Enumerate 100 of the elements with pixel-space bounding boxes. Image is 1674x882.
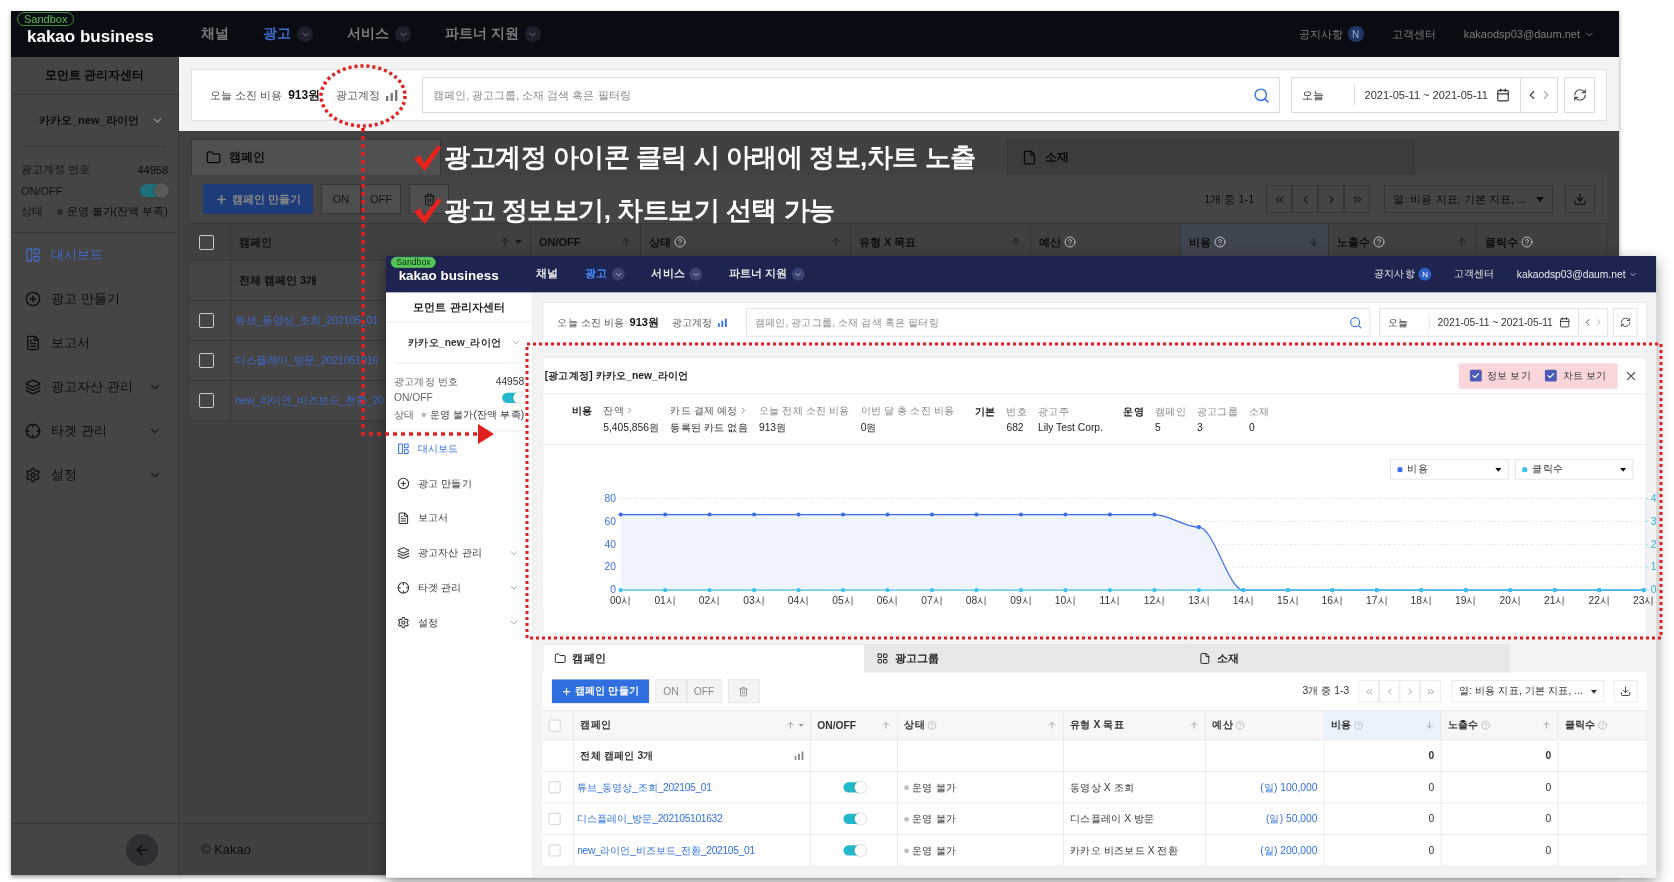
menu-item[interactable]: 타겟 관리: [386, 570, 533, 606]
page-count: 1개 중 1-1: [1204, 191, 1255, 207]
tab[interactable]: 캠페인: [542, 643, 865, 673]
campaign-link[interactable]: 디스플레이_방문_202105101632: [577, 811, 723, 826]
nav-item[interactable]: 파트너 지원: [728, 267, 805, 282]
stat-label: 캠페인: [1155, 404, 1186, 419]
right-axis-label: 3: [1650, 515, 1657, 527]
first-page-button[interactable]: [1266, 185, 1293, 213]
budget-link[interactable]: (일) 100,000: [1260, 780, 1318, 795]
support-link[interactable]: 고객센터: [1453, 267, 1495, 282]
caret-icon: [1495, 467, 1502, 472]
toggle-switch[interactable]: [843, 845, 866, 856]
menu-item[interactable]: 설정: [386, 605, 533, 640]
x-axis-label: 10시: [1054, 595, 1077, 607]
x-axis-label: 15시: [1277, 595, 1299, 607]
account-info-button[interactable]: 광고계정: [671, 315, 727, 330]
menu-item[interactable]: 광고자산 관리: [386, 535, 533, 571]
next-page-button[interactable]: [1318, 185, 1345, 213]
refresh-button[interactable]: [1564, 77, 1595, 113]
account-menu[interactable]: kakaodsp03@daum.net: [1516, 268, 1638, 281]
stat-link[interactable]: 잔액: [603, 403, 624, 418]
data-point: [618, 512, 623, 517]
nav-item[interactable]: 광고: [585, 267, 625, 282]
sort-arrow-icon: [620, 236, 632, 248]
sidebar-title: 모먼트 관리자센터: [386, 292, 533, 323]
row-checkbox[interactable]: [548, 844, 561, 857]
x-axis-label: 21시: [1544, 595, 1566, 607]
campaign-link[interactable]: 튜브_동영상_조회_202105_01: [577, 780, 712, 795]
row-checkbox[interactable]: [548, 812, 561, 825]
select-all-checkbox[interactable]: [199, 234, 214, 250]
nav-item[interactable]: 채널: [201, 25, 229, 43]
help-icon: [1480, 720, 1491, 730]
info-label: 광고계정 번호: [393, 374, 459, 389]
checkbox[interactable]: [1545, 369, 1558, 382]
campaign-link[interactable]: new_라이언_비즈보드_전환_202105_01: [577, 843, 755, 858]
sort-arrow-icon: [1308, 236, 1320, 248]
menu-item[interactable]: 보고서: [386, 500, 533, 536]
logo[interactable]: kakao business: [398, 268, 526, 285]
toggle-switch[interactable]: [502, 392, 525, 403]
select-all-checkbox[interactable]: [548, 719, 561, 732]
nav-item[interactable]: 서비스: [651, 267, 702, 282]
date-range-field[interactable]: 2021-05-11 ~ 2021-05-11: [1353, 85, 1520, 105]
nav-item[interactable]: 파트너 지원: [445, 25, 541, 43]
column-header[interactable]: 유형 X 목표: [1063, 711, 1206, 740]
menu-item[interactable]: 대시보드: [386, 431, 533, 467]
search-field[interactable]: 캠페인, 광고그룹, 소재 검색 혹은 필터링: [422, 77, 1280, 113]
page-count: 3개 중 1-3: [1302, 684, 1350, 699]
table-cell: 카카오 비즈보드 X 전환: [1070, 843, 1178, 858]
row-checkbox[interactable]: [199, 393, 214, 408]
stat-link[interactable]: 카드 결제 예정: [670, 403, 738, 418]
notice-link[interactable]: 공지사항 N: [1298, 26, 1364, 42]
account-select[interactable]: 카카오_new_라이언: [395, 322, 523, 364]
search-field[interactable]: 캠페인, 광고그룹, 소재 검색 혹은 필터링: [745, 308, 1371, 337]
column-header[interactable]: ON/OFF: [811, 711, 898, 740]
create-campaign-button[interactable]: 캠페인 만들기: [203, 184, 314, 214]
sort-arrow-icon: [1541, 720, 1552, 730]
budget-link[interactable]: (일) 200,000: [1260, 843, 1318, 858]
row-checkbox[interactable]: [548, 781, 561, 794]
off-button[interactable]: OFF: [686, 679, 722, 704]
menu-item[interactable]: 광고 만들기: [386, 466, 533, 501]
x-axis-label: 01시: [654, 595, 676, 607]
toggle-switch[interactable]: [140, 184, 168, 197]
stat-group-title: 운영: [1123, 404, 1144, 419]
nav-item[interactable]: 채널: [536, 267, 559, 282]
data-point: [1063, 512, 1068, 517]
last-page-button[interactable]: [1344, 185, 1371, 213]
column-header[interactable]: 클릭수: [1558, 711, 1647, 740]
tab[interactable]: 소재: [1187, 643, 1510, 673]
support-link[interactable]: 고객센터: [1391, 26, 1436, 42]
budget-link[interactable]: (일) 50,000: [1266, 811, 1318, 826]
nav-item[interactable]: 서비스: [347, 25, 411, 43]
on-button[interactable]: ON: [655, 679, 687, 704]
checkbox[interactable]: [1469, 369, 1482, 382]
checkmark-icon: [412, 196, 442, 225]
previous-page-button[interactable]: [1292, 185, 1319, 213]
collapse-button[interactable]: [126, 833, 158, 866]
period-select[interactable]: 오늘: [1291, 87, 1354, 103]
date-range-field[interactable]: 2021-05-11 ~ 2021-05-11: [1428, 314, 1579, 331]
refresh-button[interactable]: [1612, 308, 1638, 337]
logo[interactable]: kakao business: [27, 27, 187, 47]
account-menu[interactable]: kakaodsp03@daum.net: [1463, 28, 1595, 40]
column-header[interactable]: 상태: [897, 711, 1064, 740]
column-header[interactable]: 캠페인: [574, 711, 811, 740]
right-axis-label: 4: [1650, 492, 1657, 504]
period-select[interactable]: 오늘: [1379, 315, 1429, 330]
column-header[interactable]: 비용: [1324, 711, 1442, 740]
toggle-switch[interactable]: [843, 782, 866, 793]
x-axis-label: 23시: [1632, 595, 1655, 607]
x-axis-label: 16시: [1321, 595, 1344, 607]
status-text: 운영 불가: [912, 843, 957, 858]
nav-item[interactable]: 광고: [263, 25, 313, 43]
column-header[interactable]: 예산: [1206, 711, 1325, 740]
column-header[interactable]: 노출수: [1441, 711, 1559, 740]
create-campaign-button[interactable]: 캠페인 만들기: [551, 679, 649, 704]
account-info-button[interactable]: 광고계정: [336, 87, 399, 103]
tab[interactable]: 광고그룹: [864, 643, 1188, 673]
columns-select[interactable]: 열: 비용 지표, 기본 지표, ...: [1451, 680, 1605, 703]
row-checkbox[interactable]: [199, 353, 214, 368]
toggle-switch[interactable]: [843, 813, 866, 824]
row-checkbox[interactable]: [199, 313, 214, 328]
